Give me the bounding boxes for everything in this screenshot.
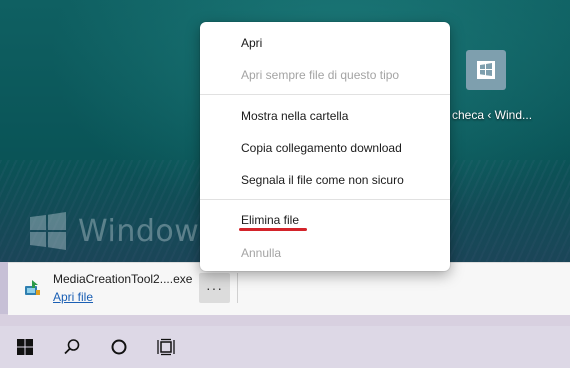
menu-item-open[interactable]: Apri — [200, 30, 450, 56]
menu-separator — [200, 199, 450, 200]
highlight-underline — [239, 228, 307, 231]
taskbar — [0, 326, 570, 368]
windows-watermark: Windows — [28, 211, 215, 251]
background-strip — [0, 262, 8, 314]
menu-item-label: Apri sempre file di questo tipo — [241, 68, 400, 82]
more-options-button[interactable]: ··· — [199, 273, 230, 303]
menu-item-show-in-folder[interactable]: Mostra nella cartella — [200, 103, 450, 129]
menu-item-label: Mostra nella cartella — [241, 109, 349, 123]
menu-separator — [200, 94, 450, 95]
menu-item-copy-download-link[interactable]: Copia collegamento download — [200, 135, 450, 161]
desktop-shortcut-label[interactable]: checa ‹ Wind... — [452, 108, 532, 122]
store-logo-icon — [477, 61, 495, 79]
windows-logo-icon — [30, 212, 66, 250]
menu-item-label: Copia collegamento download — [241, 141, 402, 155]
windows-start-icon[interactable] — [12, 334, 38, 360]
download-filename: MediaCreationTool2....exe — [53, 272, 193, 286]
open-file-link[interactable]: Apri file — [53, 290, 93, 304]
download-context-menu: Apri Apri sempre file di questo tipo Mos… — [200, 22, 450, 271]
menu-item-label: Apri — [241, 36, 263, 50]
menu-item-report-unsafe[interactable]: Segnala il file come non sicuro — [200, 167, 450, 193]
windows-store-app-icon[interactable] — [466, 50, 506, 90]
windows-watermark-text: Windows — [78, 213, 216, 249]
menu-item-label: Segnala il file come non sicuro — [241, 173, 404, 187]
start-logo-icon — [17, 339, 33, 355]
menu-item-label: Annulla — [241, 246, 282, 260]
menu-item-always-open[interactable]: Apri sempre file di questo tipo — [200, 62, 450, 88]
cortana-circle-icon[interactable] — [106, 334, 132, 360]
menu-item-label: Elimina file — [241, 213, 300, 227]
task-view-icon[interactable] — [154, 334, 180, 360]
background-band — [0, 314, 570, 326]
menu-item-cancel[interactable]: Annulla — [200, 240, 450, 266]
installer-file-icon — [25, 280, 40, 295]
menu-item-delete-file[interactable]: Elimina file — [200, 207, 450, 233]
search-icon[interactable] — [59, 334, 85, 360]
download-bar-divider — [237, 273, 238, 303]
